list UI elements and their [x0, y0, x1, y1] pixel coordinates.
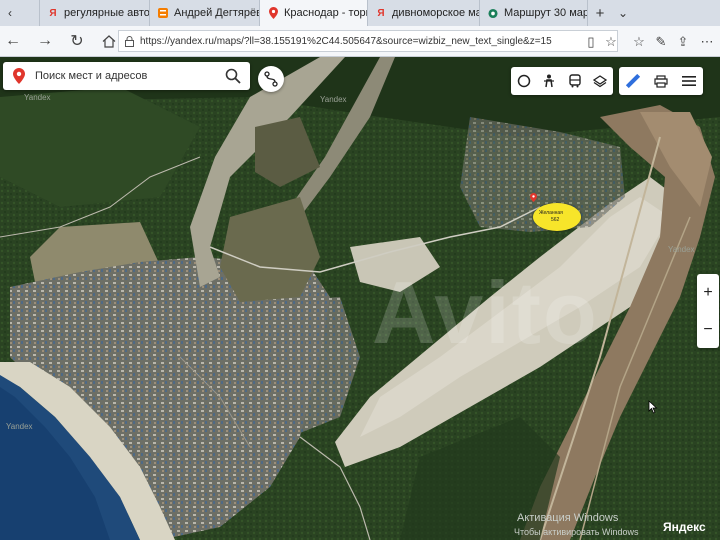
home-icon — [102, 34, 116, 48]
map-watermark: Yandex — [6, 422, 33, 431]
menu-icon — [682, 76, 696, 86]
map-watermark: Yandex — [320, 95, 347, 104]
book-icon: ▯ — [587, 34, 595, 49]
pen-icon: ✎ — [655, 34, 667, 49]
search-placeholder: Поиск мест и адресов — [35, 70, 148, 82]
favorite-button[interactable]: ☆ — [602, 33, 620, 51]
yandex-logo[interactable]: Яндекс — [663, 520, 706, 534]
minus-icon: − — [703, 320, 713, 338]
zoom-control: + − — [697, 274, 719, 348]
lock-icon — [125, 35, 134, 47]
route-icon — [488, 7, 498, 19]
favorites-list-button[interactable]: ☆ — [630, 33, 648, 51]
refresh-icon: ↻ — [70, 33, 84, 50]
printer-icon — [654, 74, 668, 88]
yandex-icon: Я — [377, 7, 385, 19]
windows-activation-text: Чтобы активировать Windows — [514, 527, 639, 537]
tab-list-button[interactable]: ⌄ — [612, 0, 634, 26]
tab-back-arrow[interactable]: ‹ — [0, 0, 40, 26]
tab-label: регулярные автобусн — [64, 7, 150, 19]
map-tools-toolbar — [619, 67, 703, 95]
tab-4[interactable]: Маршрут 30 маршрут — [480, 0, 588, 26]
map-watermark: Yandex — [668, 245, 695, 254]
windows-activation-title: Активация Windows — [517, 512, 619, 524]
tab-2[interactable]: Краснодар - торго ✕ — [260, 0, 368, 26]
satellite-map[interactable]: Avito Yandex Yandex Yandex Yandex — [0, 57, 720, 540]
more-icon: ⋯ — [700, 34, 714, 49]
transport-button[interactable] — [562, 67, 588, 95]
panorama-button[interactable] — [511, 67, 537, 95]
person-icon — [544, 74, 555, 88]
panorama-icon — [517, 74, 530, 88]
tab-label: дивноморское маршр — [392, 7, 479, 19]
tab-label: Краснодар - торго — [284, 7, 368, 19]
layers-button[interactable] — [588, 67, 614, 95]
yandex-icon: Я — [49, 7, 57, 19]
tab-0[interactable]: Я регулярные автобусн — [40, 0, 150, 26]
tab-1[interactable]: Андрей Дегтярёв. Про — [150, 0, 260, 26]
zoom-in-button[interactable]: + — [697, 274, 719, 311]
back-icon: ‹ — [8, 6, 12, 20]
map-search-box[interactable]: Поиск мест и адресов — [3, 62, 250, 90]
share-icon: ⇪ — [677, 34, 689, 49]
forward-button[interactable]: → — [32, 28, 58, 54]
satellite-imagery — [0, 57, 720, 540]
avito-watermark: Avito — [372, 263, 599, 362]
ruler-button[interactable] — [619, 67, 647, 95]
mouse-cursor-icon — [648, 400, 658, 414]
marker-title: Желанная — [539, 210, 563, 216]
route-icon — [264, 71, 278, 87]
street-view-button[interactable] — [537, 67, 563, 95]
tab-label: Андрей Дегтярёв. Про — [174, 7, 259, 19]
arrow-right-icon: → — [37, 32, 53, 49]
layers-icon — [593, 75, 608, 88]
url-text: https://yandex.ru/maps/?ll=38.155191%2C4… — [140, 35, 552, 47]
map-layers-toolbar — [511, 67, 613, 95]
reading-view-button[interactable]: ▯ — [582, 33, 600, 51]
tab-label: Маршрут 30 маршрут — [504, 7, 588, 19]
zoom-out-button[interactable]: − — [697, 311, 719, 348]
new-tab-button[interactable]: + — [588, 0, 612, 26]
blogger-icon — [158, 7, 168, 19]
route-button[interactable] — [258, 66, 284, 92]
search-icon[interactable] — [224, 67, 242, 85]
star-icon: ☆ — [605, 34, 617, 49]
url-field[interactable]: https://yandex.ru/maps/?ll=38.155191%2C4… — [118, 30, 618, 52]
map-pin-icon[interactable] — [530, 193, 537, 202]
notes-button[interactable]: ✎ — [652, 33, 670, 51]
tab-3[interactable]: Я дивноморское маршр — [368, 0, 480, 26]
map-watermark: Yandex — [24, 93, 51, 102]
arrow-left-icon: ← — [5, 32, 21, 49]
tab-bar: ‹ Я регулярные автобусн Андрей Дегтярёв.… — [0, 0, 720, 26]
refresh-button[interactable]: ↻ — [64, 28, 90, 54]
share-button[interactable]: ⇪ — [674, 33, 692, 51]
chevron-down-icon: ⌄ — [617, 6, 629, 20]
menu-button[interactable] — [675, 67, 703, 95]
location-marker[interactable]: Желанная 562 — [533, 203, 581, 231]
back-button[interactable]: ← — [0, 28, 26, 54]
bus-icon — [569, 74, 581, 88]
more-button[interactable]: ⋯ — [698, 33, 716, 51]
ruler-icon — [626, 74, 640, 88]
yandex-maps-icon — [268, 7, 278, 19]
favorites-icon: ☆ — [633, 34, 645, 49]
plus-icon: + — [595, 4, 605, 22]
yandex-maps-logo-icon — [9, 68, 29, 84]
marker-subtitle: 562 — [551, 217, 560, 223]
plus-icon: + — [703, 283, 713, 301]
print-button[interactable] — [647, 67, 675, 95]
